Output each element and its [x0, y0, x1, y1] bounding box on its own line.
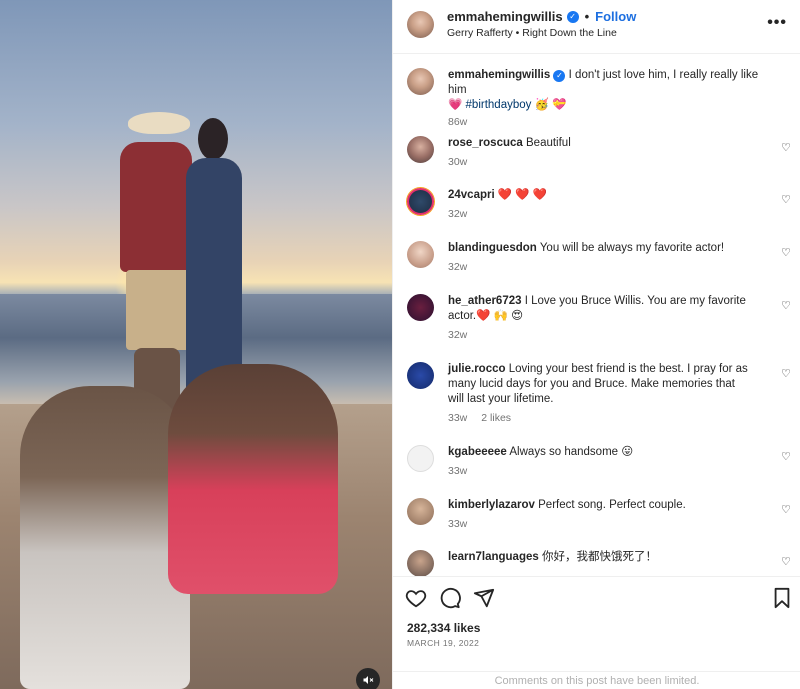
- comment-icon[interactable]: [439, 587, 461, 609]
- separator-dot: •: [584, 9, 590, 24]
- post-actions: 282,334 likes MARCH 19, 2022 Comments on…: [393, 576, 800, 689]
- caption-text: emmahemingwillis ✓ I don't just love him…: [448, 68, 768, 113]
- comment-text: he_ather6723 I Love you Bruce Willis. Yo…: [448, 294, 748, 324]
- comment-text: rose_roscuca Beautiful: [448, 136, 768, 151]
- heart-icon[interactable]: ♡: [781, 247, 793, 259]
- comment-username[interactable]: he_ather6723: [448, 295, 522, 307]
- verified-badge-icon: ✓: [566, 10, 579, 23]
- like-heart-icon[interactable]: [405, 587, 427, 609]
- comment-meta: 33w: [448, 518, 467, 530]
- comment-body: 你好，我都快饿死了！: [541, 551, 657, 563]
- comment-text: julie.rocco Loving your best friend is t…: [448, 362, 748, 407]
- avatar[interactable]: [407, 362, 434, 389]
- comments-list[interactable]: emmahemingwillis ✓ I don't just love him…: [393, 54, 800, 576]
- comment-meta: 33w 2 likes: [448, 412, 511, 424]
- comment-username[interactable]: 24vcapri: [448, 189, 495, 201]
- comment-username[interactable]: rose_roscuca: [448, 137, 523, 149]
- avatar[interactable]: [407, 11, 434, 38]
- comment-body: ❤️ ❤️ ❤️: [497, 189, 548, 201]
- timestamp[interactable]: 33w: [448, 465, 467, 477]
- username-link[interactable]: emmahemingwillis: [447, 9, 563, 24]
- comment-text: blandinguesdon You will be always my fav…: [448, 241, 768, 256]
- follow-button[interactable]: Follow: [595, 9, 636, 24]
- comment-meta: 32w: [448, 261, 467, 273]
- heart-icon[interactable]: ♡: [781, 142, 793, 154]
- comment-username[interactable]: blandinguesdon: [448, 242, 537, 254]
- comment-body: You will be always my favorite actor!: [539, 242, 725, 254]
- timestamp[interactable]: 33w: [448, 518, 467, 530]
- post-header: emmahemingwillis ✓ • Follow Gerry Raffer…: [393, 0, 800, 54]
- bookmark-icon[interactable]: [771, 587, 793, 609]
- avatar[interactable]: [407, 188, 434, 215]
- comment-text: kgabeeeee Always so handsome 😛: [448, 445, 768, 460]
- post-panel: emmahemingwillis ✓ • Follow Gerry Raffer…: [392, 0, 800, 689]
- heart-emoji: 💗: [448, 99, 463, 111]
- avatar[interactable]: [407, 445, 434, 472]
- username-row: emmahemingwillis ✓ • Follow: [447, 9, 636, 24]
- hashtag-link[interactable]: #birthdayboy: [466, 99, 532, 111]
- avatar[interactable]: [407, 241, 434, 268]
- caption-meta: 86w: [448, 116, 467, 128]
- celebration-emojis: 🥳 💝: [534, 99, 567, 111]
- avatar[interactable]: [407, 294, 434, 321]
- comment-meta: 30w: [448, 156, 467, 168]
- caption-username[interactable]: emmahemingwillis: [448, 69, 550, 81]
- timestamp[interactable]: 86w: [448, 116, 467, 128]
- heart-icon[interactable]: ♡: [781, 556, 793, 568]
- likes-count[interactable]: 282,334 likes: [407, 621, 480, 635]
- timestamp[interactable]: 32w: [448, 329, 467, 341]
- comment-meta: 32w: [448, 208, 467, 220]
- more-options-icon[interactable]: •••: [767, 14, 787, 32]
- share-icon[interactable]: [473, 587, 495, 609]
- mute-icon[interactable]: [356, 668, 380, 689]
- child-figure-right: [168, 364, 338, 594]
- timestamp[interactable]: 32w: [448, 261, 467, 273]
- avatar[interactable]: [407, 68, 434, 95]
- child-figure-left: [20, 386, 190, 689]
- heart-icon[interactable]: ♡: [781, 368, 793, 380]
- comment-likes[interactable]: 2 likes: [481, 412, 511, 424]
- timestamp[interactable]: 30w: [448, 156, 467, 168]
- heart-icon[interactable]: ♡: [781, 451, 793, 463]
- comment-body: Beautiful: [526, 137, 571, 149]
- avatar[interactable]: [407, 136, 434, 163]
- comment-meta: 32w: [448, 329, 467, 341]
- audio-track-link[interactable]: Gerry Rafferty • Right Down the Line: [447, 27, 617, 39]
- comment-text: learn7languages 你好，我都快饿死了！: [448, 550, 768, 565]
- comment-body: Perfect song. Perfect couple.: [538, 499, 686, 511]
- comment-username[interactable]: kgabeeeee: [448, 446, 507, 458]
- verified-badge-icon: ✓: [553, 69, 566, 82]
- heart-icon[interactable]: ♡: [781, 504, 793, 516]
- avatar[interactable]: [407, 498, 434, 525]
- comment-username[interactable]: kimberlylazarov: [448, 499, 535, 511]
- heart-icon[interactable]: ♡: [781, 194, 793, 206]
- avatar[interactable]: [407, 550, 434, 576]
- comment-text: 24vcapri ❤️ ❤️ ❤️: [448, 188, 768, 203]
- heart-icon[interactable]: ♡: [781, 300, 793, 312]
- comment-username[interactable]: learn7languages: [448, 551, 539, 563]
- post-media[interactable]: [0, 0, 392, 689]
- comments-limited-notice: Comments on this post have been limited.: [393, 671, 800, 689]
- timestamp[interactable]: 33w: [448, 412, 467, 424]
- comment-meta: 33w: [448, 465, 467, 477]
- timestamp[interactable]: 32w: [448, 208, 467, 220]
- comment-text: kimberlylazarov Perfect song. Perfect co…: [448, 498, 768, 513]
- comment-body: Always so handsome 😛: [509, 446, 634, 458]
- post-date[interactable]: MARCH 19, 2022: [407, 638, 479, 648]
- comment-username[interactable]: julie.rocco: [448, 363, 506, 375]
